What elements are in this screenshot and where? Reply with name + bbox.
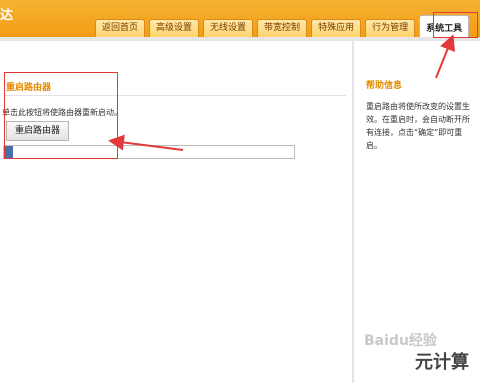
help-title: 帮助信息 [366,81,403,91]
tab-advanced-settings[interactable]: 高级设置 [149,19,200,37]
watermark-site: 元计算 [415,352,469,373]
tab-behavior-management[interactable]: 行为管理 [365,19,416,37]
tab-special-apps[interactable]: 特殊应用 [311,19,362,37]
annotation-box-system-tools [433,12,478,38]
brand-logo-text: 达 [0,8,14,23]
top-header: 达 返回首页 高级设置 无线设置 带宽控制 特殊应用 行为管理 系统工具 [0,0,480,40]
annotation-box-reboot [4,72,118,159]
help-text: 重启路由将使所改变的设置生效。在重启时，会自动断开所有连接，点击“确定”即可重启… [366,102,470,150]
main-nav-tabs: 返回首页 高级设置 无线设置 带宽控制 特殊应用 行为管理 系统工具 [95,15,470,37]
tab-bandwidth-control[interactable]: 带宽控制 [257,19,308,37]
watermark-logo: Baidu经验 [364,333,437,349]
tab-wireless-settings[interactable]: 无线设置 [203,19,254,37]
tab-home[interactable]: 返回首页 [95,19,146,37]
